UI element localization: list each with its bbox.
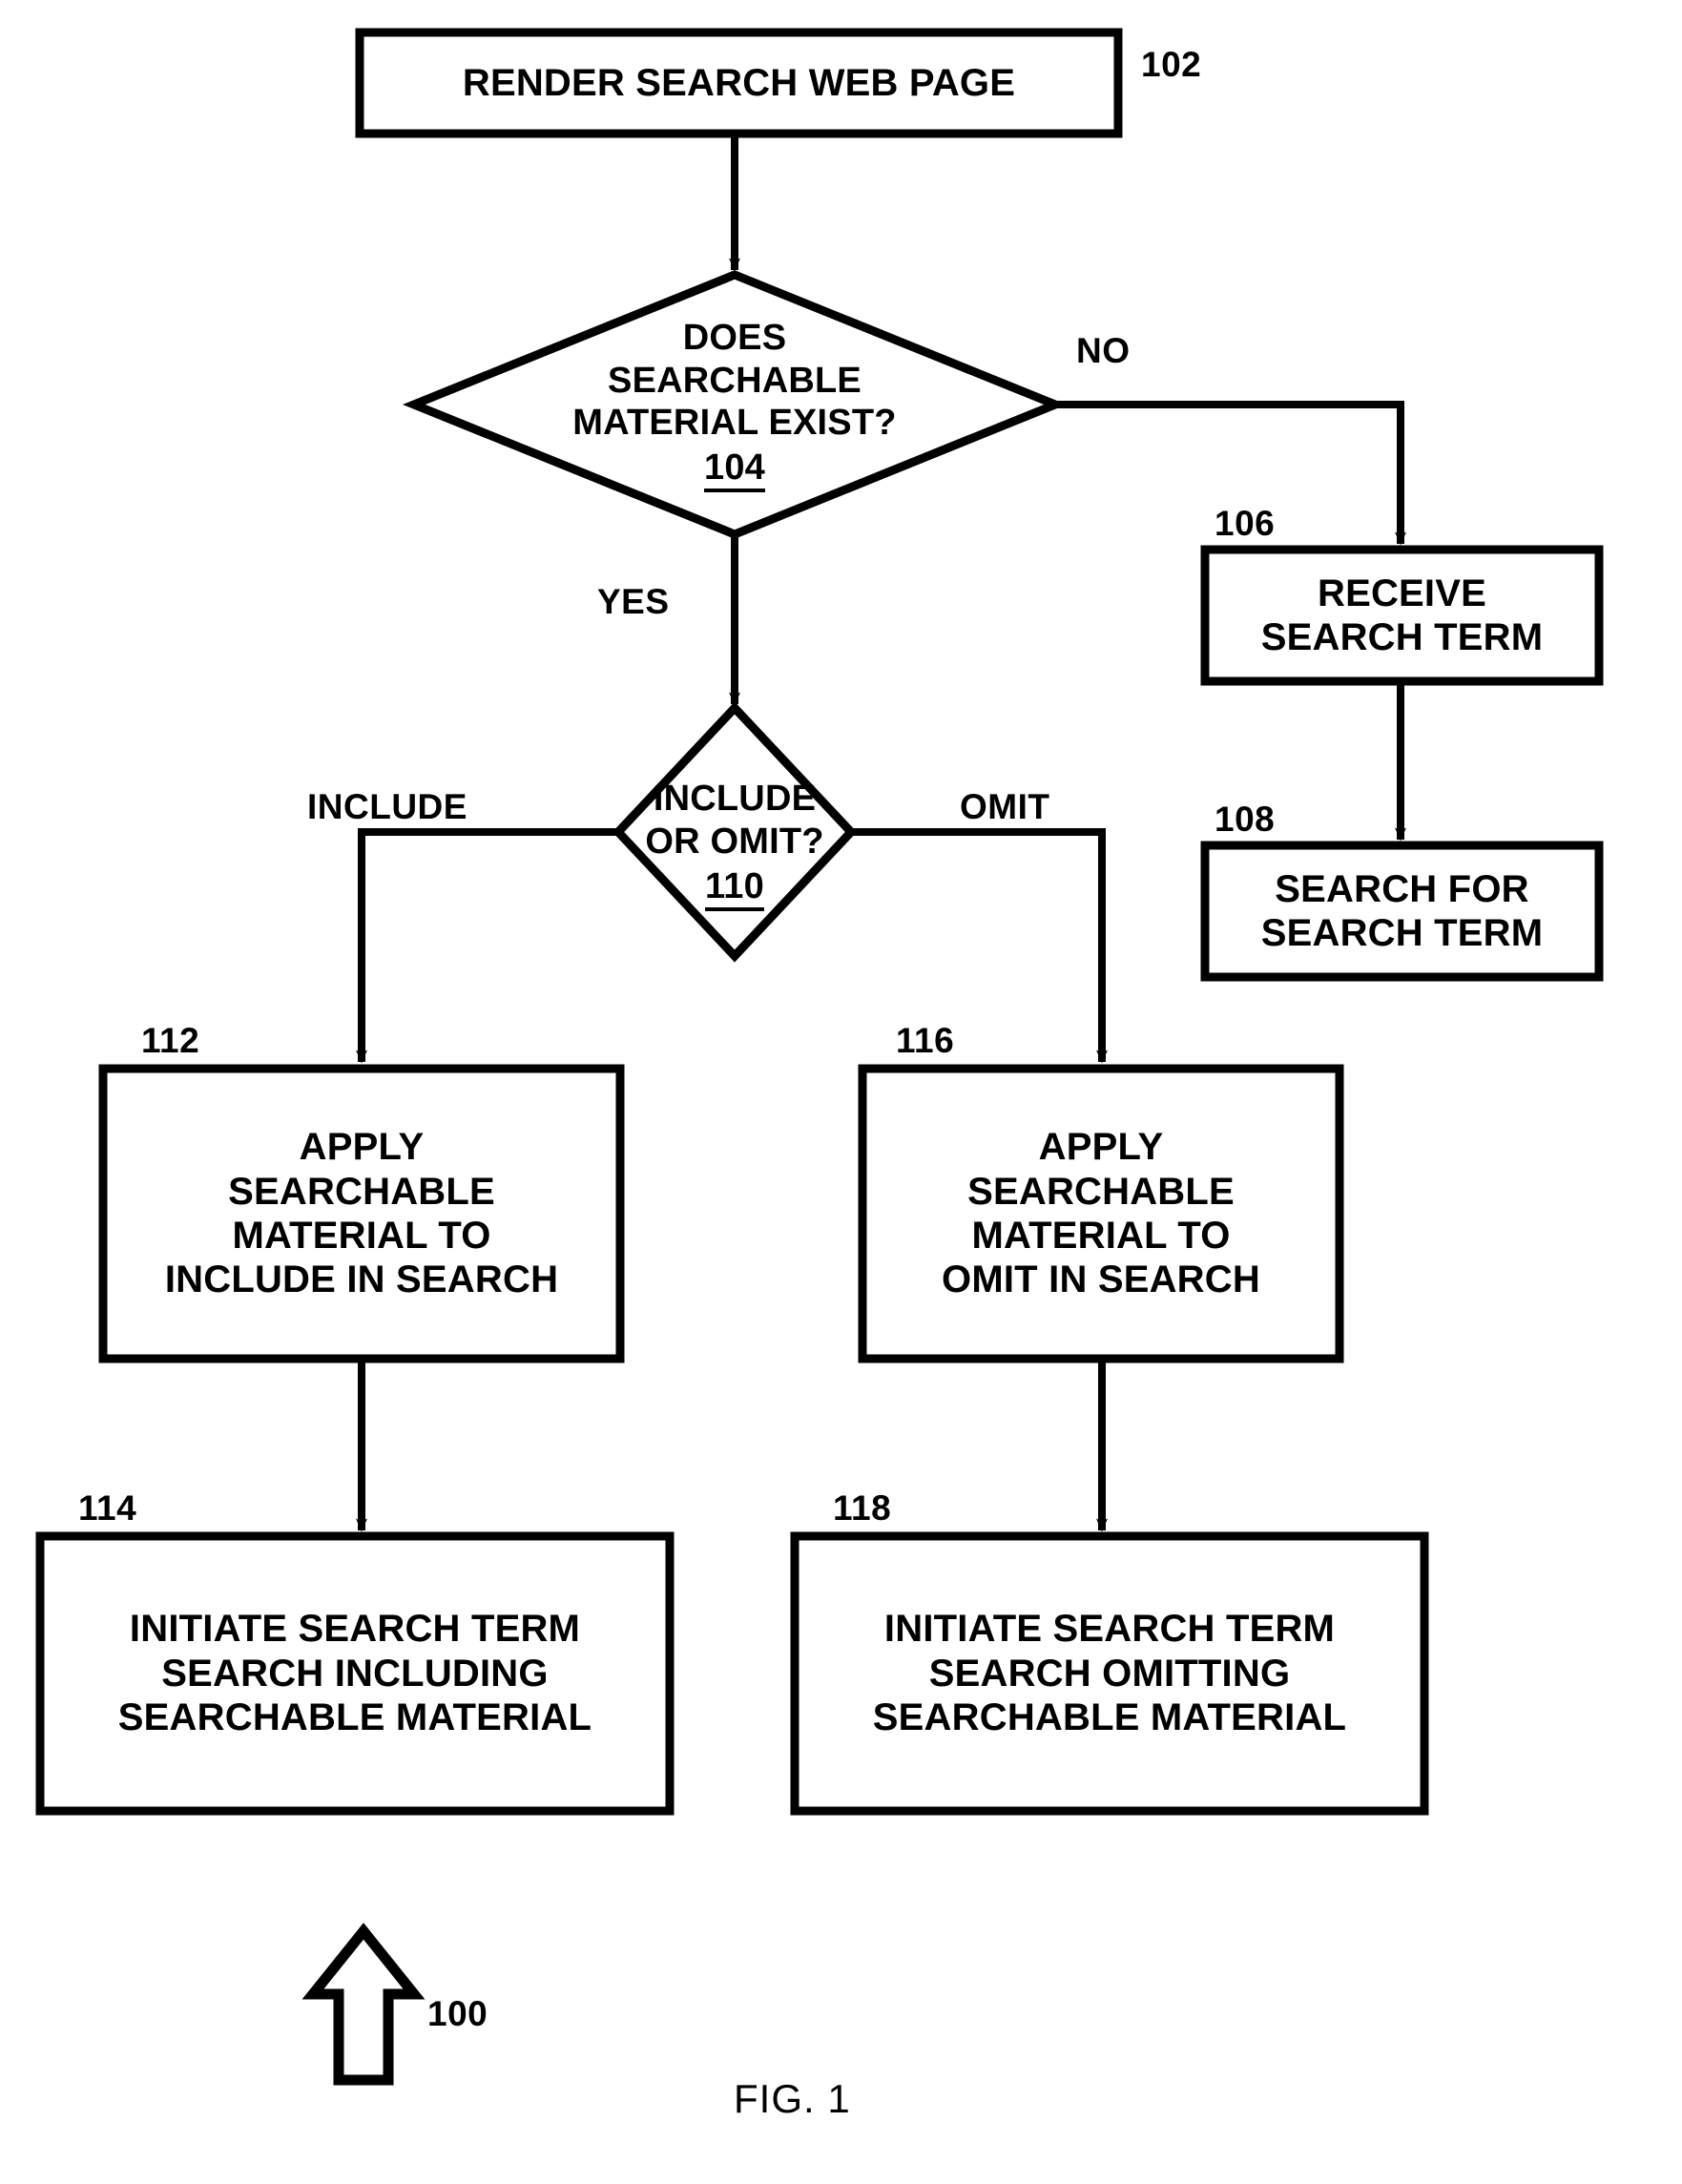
node-shape-apply-omit — [858, 1064, 1344, 1363]
ref-number-102: 102 — [1141, 45, 1202, 84]
connector-110-include-to-112 — [356, 828, 618, 1064]
edge-label-no: NO — [1076, 331, 1131, 370]
node-shape-include-or-omit — [612, 701, 858, 963]
node-shape-render-page — [355, 28, 1123, 138]
ref-number-100: 100 — [427, 1994, 488, 2033]
ref-number-108: 108 — [1215, 800, 1276, 839]
node-shape-searchable-exists — [403, 270, 1067, 539]
edge-label-omit: OMIT — [960, 787, 1050, 826]
ref-number-106: 106 — [1215, 504, 1276, 543]
edge-label-yes: YES — [597, 582, 670, 621]
node-shape-receive-term — [1200, 545, 1604, 686]
ref-number-118: 118 — [833, 1488, 892, 1528]
node-shape-search-for-term — [1200, 841, 1604, 982]
ref-number-114: 114 — [78, 1488, 137, 1528]
ref-number-116: 116 — [896, 1021, 955, 1060]
patent-figure: RENDER SEARCH WEB PAGE 102 DOES SEARCHAB… — [0, 0, 1682, 2184]
figure-caption: FIG. 1 — [734, 2076, 851, 2121]
ref-number-112: 112 — [141, 1021, 200, 1060]
node-shape-apply-include — [98, 1064, 625, 1363]
edge-label-include: INCLUDE — [307, 787, 467, 826]
connector-110-omit-to-116 — [851, 828, 1108, 1064]
node-shape-initiate-omitting — [790, 1531, 1429, 1816]
node-shape-initiate-including — [35, 1531, 675, 1816]
overall-ref-arrow — [301, 1923, 426, 2086]
flowchart-canvas — [35, 28, 1604, 2086]
